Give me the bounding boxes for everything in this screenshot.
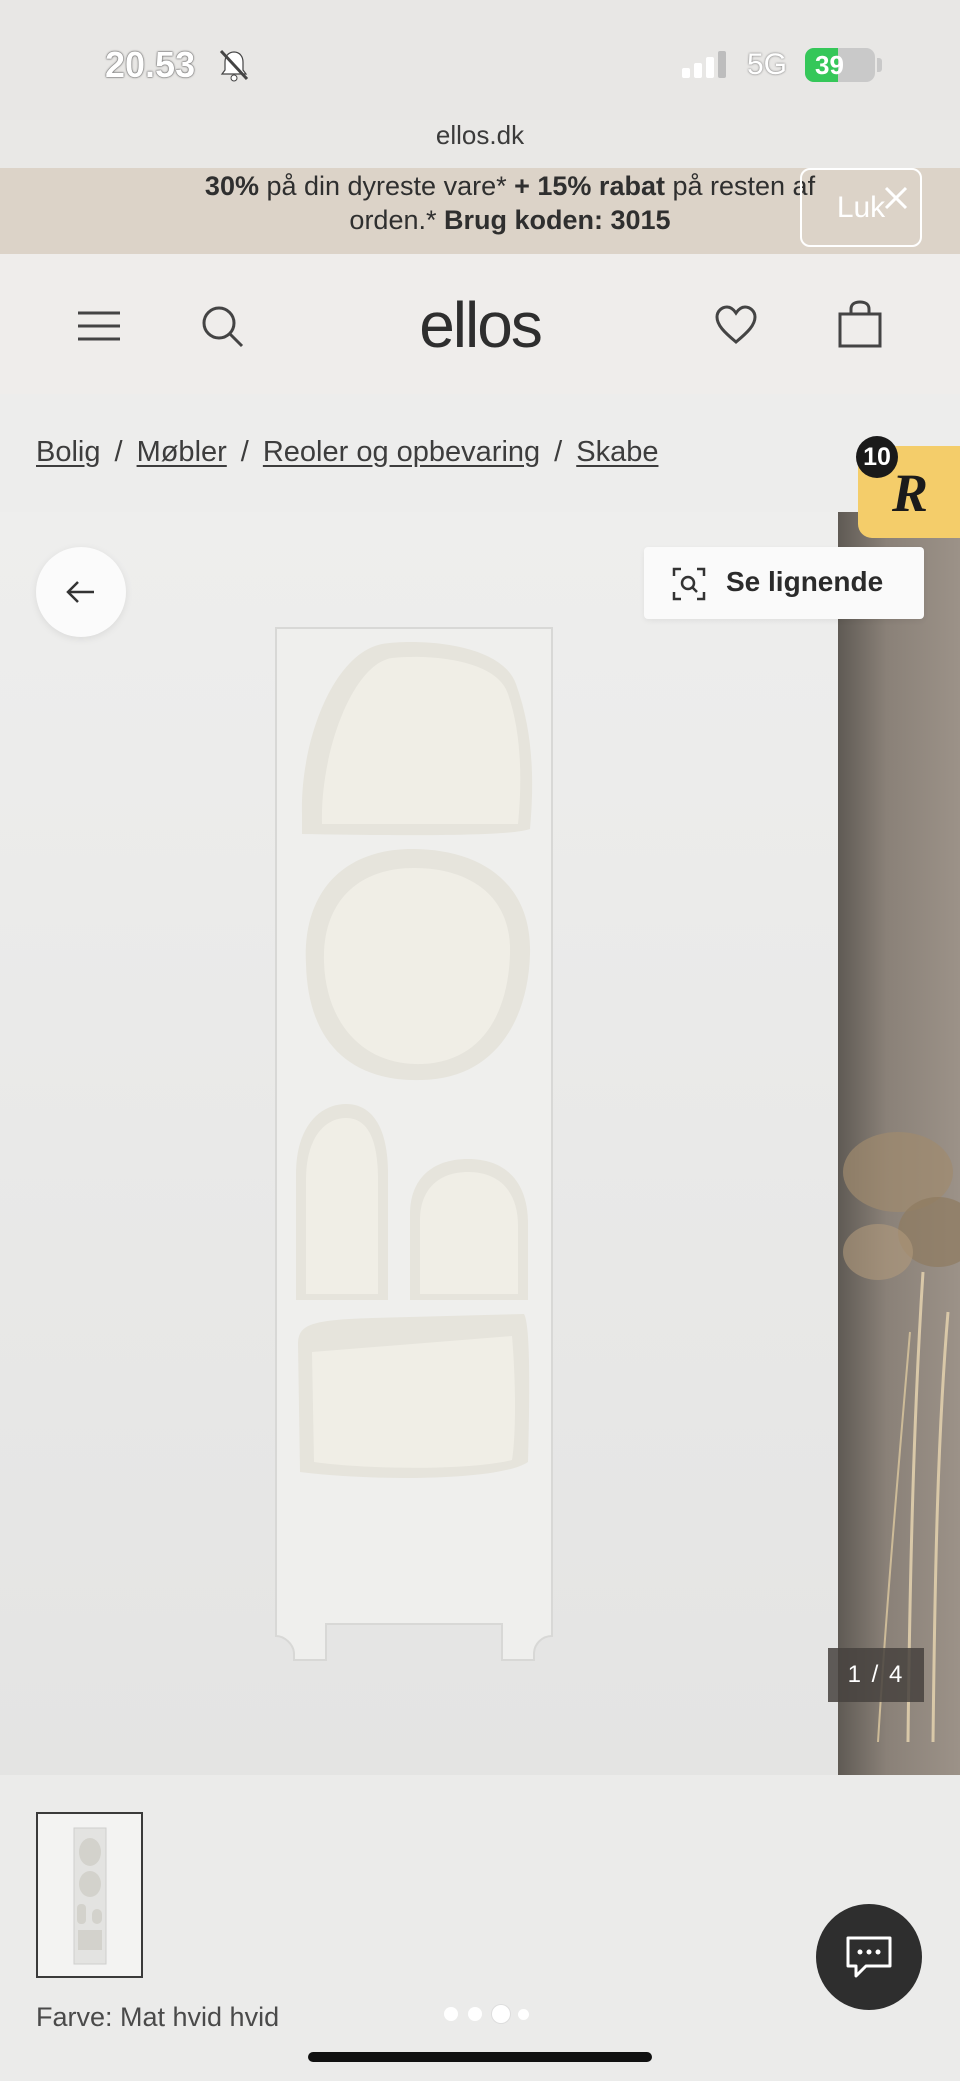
bell-off-icon: [219, 49, 249, 82]
product-image-cabinet: [275, 627, 553, 1661]
carousel-dot[interactable]: [518, 2009, 529, 2020]
breadcrumb-separator: /: [240, 436, 249, 468]
promo-copy: orden.*: [349, 204, 444, 235]
breadcrumb-separator: /: [554, 436, 563, 468]
arrow-left-icon: [66, 581, 94, 603]
carousel-dot[interactable]: [492, 2005, 510, 2023]
reviews-badge-count: 10: [856, 436, 898, 478]
thumbnail-image: [73, 1827, 107, 1965]
heart-icon[interactable]: [714, 304, 758, 346]
thumbnail-1[interactable]: [36, 1812, 143, 1978]
promo-highlight: + 15% rabat: [514, 171, 665, 201]
breadcrumb-separator: /: [114, 436, 123, 468]
status-time: 20.53: [105, 44, 196, 85]
chat-button[interactable]: [816, 1904, 922, 2010]
home-indicator[interactable]: [308, 2052, 652, 2062]
promo-code: Brug koden: 3015: [444, 204, 671, 235]
image-counter: 1 / 4: [828, 1648, 924, 1702]
color-label: Farve: Mat hvid hvid: [36, 2002, 280, 2032]
breadcrumb-item-reoler[interactable]: Reoler og opbevaring: [263, 436, 540, 468]
battery-cap: [877, 58, 882, 72]
next-gallery-image[interactable]: [838, 512, 960, 1775]
dried-grass-decor: [843, 1132, 960, 1743]
see-similar-button[interactable]: Se lignende: [644, 547, 924, 619]
battery-icon: 39: [805, 48, 875, 82]
signal-icon: [682, 51, 726, 78]
bag-icon[interactable]: [836, 300, 884, 348]
browser-url[interactable]: ellos.dk: [0, 120, 960, 151]
menu-icon[interactable]: [78, 310, 120, 342]
promo-text: 30% på din dyreste vare* + 15% rabat på …: [150, 168, 870, 238]
breadcrumb-item-skabe[interactable]: Skabe: [576, 436, 658, 468]
promo-highlight: 30%: [204, 171, 259, 201]
breadcrumb-item-mobler[interactable]: Møbler: [137, 436, 227, 468]
product-info: [0, 1775, 960, 2081]
carousel-dots[interactable]: [444, 2005, 544, 2023]
back-button[interactable]: [36, 547, 126, 637]
chat-icon: [846, 1936, 892, 1978]
promo-copy: på resten af: [664, 171, 816, 201]
close-icon[interactable]: [878, 180, 914, 216]
breadcrumb: Bolig / Møbler / Reoler og opbevaring / Skabe: [36, 436, 658, 469]
carousel-dot[interactable]: [444, 2007, 458, 2021]
carousel-dot[interactable]: [468, 2007, 482, 2021]
search-icon[interactable]: [200, 304, 244, 348]
reviews-badge-letter[interactable]: R: [892, 462, 928, 524]
promo-copy: på din dyreste vare*: [258, 171, 515, 201]
visual-search-icon: [672, 567, 706, 601]
battery-level: 39: [815, 50, 844, 80]
ellos-logo[interactable]: ellos: [380, 288, 580, 362]
network-type: 5G: [747, 48, 788, 81]
breadcrumb-item-bolig[interactable]: Bolig: [36, 436, 101, 468]
see-similar-label: Se lignende: [726, 566, 884, 597]
